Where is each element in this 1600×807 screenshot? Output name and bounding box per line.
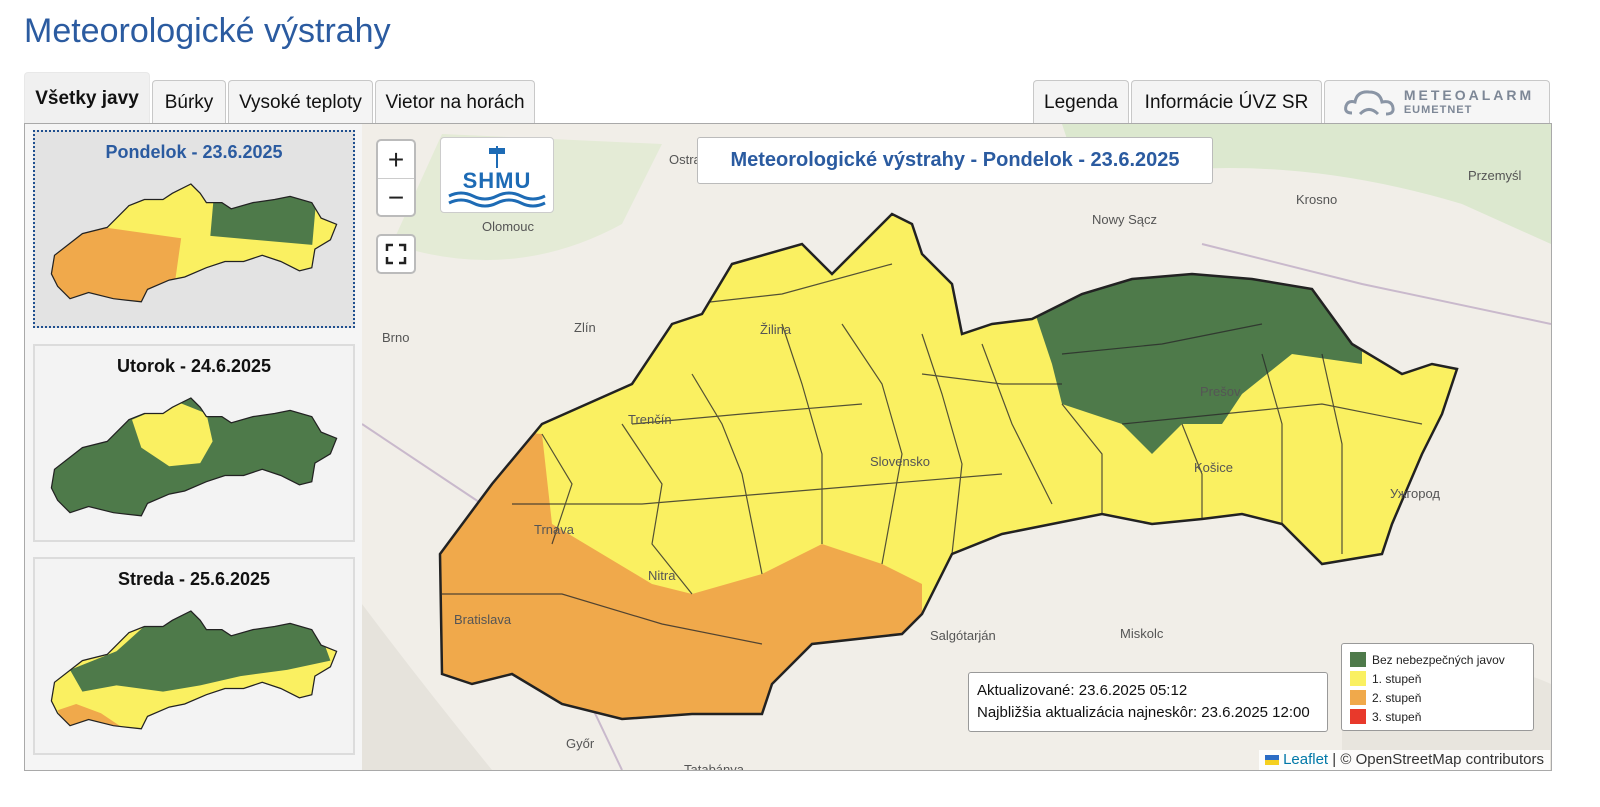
update-time: Aktualizované: 23.6.2025 05:12 [977, 682, 1188, 699]
map-attribution: Leaflet | © OpenStreetMap contributors [1258, 750, 1550, 770]
city-label: Košice [1194, 460, 1234, 475]
city-label: Prešov [1200, 384, 1241, 399]
city-label: Brno [382, 330, 410, 345]
city-label: Győr [566, 736, 595, 751]
day-card-wednesday[interactable]: Streda - 25.6.2025 [33, 557, 355, 755]
osm-attribution: | © OpenStreetMap contributors [1332, 751, 1544, 768]
page-title: Meteorologické výstrahy [24, 12, 391, 50]
legend-swatch [1350, 709, 1366, 724]
day-title: Utorok - 24.6.2025 [116, 356, 272, 376]
zoom-in-button[interactable]: + [378, 141, 414, 178]
update-info: Aktualizované: 23.6.2025 05:12 Najbližši… [968, 672, 1328, 732]
ukraine-flag-icon [1264, 755, 1279, 766]
day-card-tuesday[interactable]: Utorok - 24.6.2025 [33, 344, 355, 542]
city-label: Bratislava [454, 612, 512, 627]
legend-label: Bez nebezpečných javov [1372, 652, 1505, 667]
day-map-wednesday [50, 610, 338, 730]
meteoalarm-cloud-icon [1343, 89, 1395, 115]
city-label: Przemyśl [1468, 168, 1522, 183]
tab-all-phenomena[interactable]: Všetky javy [24, 72, 150, 124]
tab-uvz-info[interactable]: Informácie ÚVZ SR [1131, 80, 1322, 124]
legend-swatch [1350, 690, 1366, 705]
city-label: Krosno [1296, 192, 1338, 207]
shmu-logo-text: SHMU [462, 168, 532, 193]
legend-item: 3. stupeň [1350, 707, 1525, 726]
city-label: Salgótarján [930, 628, 996, 643]
leaflet-link[interactable]: Leaflet [1283, 751, 1328, 768]
day-card-monday[interactable]: Pondelok - 23.6.2025 [33, 130, 355, 328]
legend-swatch [1350, 652, 1366, 667]
legend-label: 3. stupeň [1372, 709, 1422, 724]
tab-storms[interactable]: Búrky [152, 80, 226, 124]
city-label: Ужгород [1390, 486, 1440, 501]
legend-item: Bez nebezpečných javov [1350, 650, 1525, 669]
map-legend: Bez nebezpečných javov 1. stupeň 2. stup… [1341, 643, 1534, 731]
legend-item: 1. stupeň [1350, 669, 1525, 688]
zoom-control: + − [376, 139, 416, 217]
city-label: Slovensko [870, 454, 930, 469]
fullscreen-button[interactable] [376, 234, 416, 274]
legend-item: 2. stupeň [1350, 688, 1525, 707]
day-map-monday [50, 183, 338, 303]
city-label: Tatabánya [684, 762, 744, 770]
next-update-time: Najbližšia aktualizácia najneskôr: 23.6.… [977, 704, 1310, 721]
city-label: Nitra [648, 568, 676, 583]
meteoalarm-subtitle: EUMETNET [1403, 103, 1473, 116]
zoom-out-button[interactable]: − [378, 178, 414, 216]
city-label: Žilina [760, 322, 792, 337]
day-title: Pondelok - 23.6.2025 [105, 142, 283, 162]
legend-swatch [1350, 671, 1366, 686]
city-label: Zlín [574, 320, 596, 335]
legend-label: 2. stupeň [1372, 690, 1422, 705]
day-map-tuesday [50, 397, 338, 517]
city-label: Olomouc [482, 219, 535, 234]
city-label: Trenčín [628, 412, 672, 427]
map-title: Meteorologické výstrahy - Pondelok - 23.… [697, 137, 1213, 184]
city-label: Miskolc [1120, 626, 1164, 641]
city-label: Trnava [534, 522, 574, 537]
legend-label: 1. stupeň [1372, 671, 1422, 686]
meteoalarm-link[interactable]: METEOALARM EUMETNET [1324, 80, 1550, 124]
day-title: Streda - 25.6.2025 [117, 569, 271, 589]
shmu-logo[interactable]: SHMU [440, 137, 554, 213]
meteoalarm-title: METEOALARM [1403, 86, 1535, 103]
tab-mountain-wind[interactable]: Vietor na horách [375, 80, 535, 124]
city-label: Nowy Sącz [1092, 212, 1158, 227]
tab-high-temperatures[interactable]: Vysoké teploty [228, 80, 373, 124]
tab-legend[interactable]: Legenda [1033, 80, 1129, 124]
fullscreen-icon [385, 243, 407, 265]
